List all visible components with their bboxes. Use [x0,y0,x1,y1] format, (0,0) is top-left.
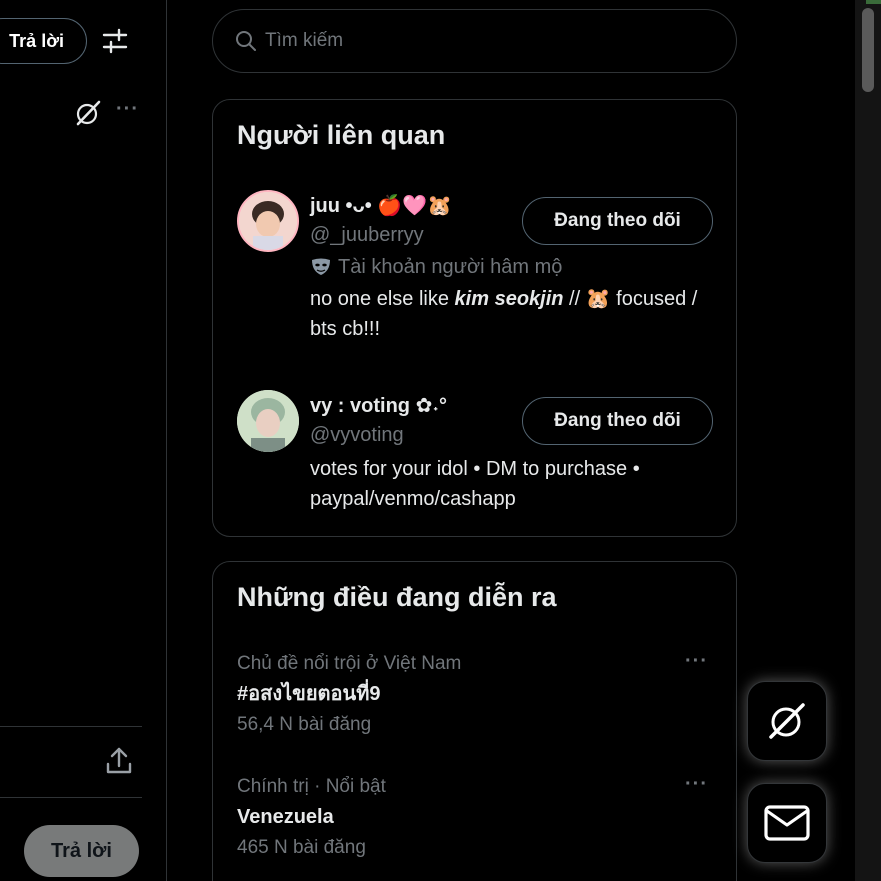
share-icon[interactable] [104,746,134,776]
avatar[interactable] [237,390,299,452]
card-title: Những điều đang diễn ra [237,582,557,612]
bio-emphasis: kim seokjin [454,288,564,310]
following-button[interactable]: Đang theo dõi [522,197,713,245]
trend-count: 465 N bài đăng [237,837,366,858]
grok-icon[interactable] [75,100,101,126]
user-cell[interactable]: juu •ᴗ• 🍎🩷🐹 @_juuberryy Tài khoản người … [237,190,717,360]
trends-card: Những điều đang diễn ra Chủ đề nổi trội … [212,561,737,881]
mask-icon [310,257,332,277]
related-people-card: Người liên quan juu •ᴗ• 🍎🩷🐹 @_juuberryy … [212,99,737,537]
search-bar[interactable] [212,9,737,73]
scrollbar-thumb[interactable] [862,8,874,92]
more-icon[interactable]: ··· [685,650,713,674]
avatar-image [237,390,299,452]
divider [0,726,142,727]
avatar-image [239,192,297,250]
trend-name: Venezuela [237,806,334,828]
search-input[interactable] [265,30,705,52]
reply-button[interactable]: Trả lời [0,18,87,64]
following-button[interactable]: Đang theo dõi [522,397,713,445]
user-bio: no one else like kim seokjin // 🐹 focuse… [310,288,698,340]
user-cell[interactable]: vy : voting ✿˖° @vyvoting votes for your… [237,390,717,520]
trend-item[interactable]: Chủ đề nổi trội ở Việt Nam #อสงไขยตอนที่… [237,650,717,744]
more-icon[interactable]: ··· [685,773,713,797]
grok-button[interactable] [747,681,827,761]
fan-account-text: Tài khoản người hâm mộ [338,255,563,278]
sliders-icon[interactable] [102,28,128,54]
conversation-column: Trả lời ··· Trả lời [0,0,167,881]
avatar[interactable] [237,190,299,252]
trend-count: 56,4 N bài đăng [237,714,372,735]
grok-icon [769,703,805,739]
scrollbar-track[interactable] [855,0,881,881]
window-edge [866,0,881,4]
trend-context: Chủ đề nổi trội ở Việt Nam [237,653,462,674]
reply-submit-button[interactable]: Trả lời [24,825,139,877]
user-bio: votes for your idol • DM to purchase • p… [310,458,640,510]
messages-button[interactable] [747,783,827,863]
mail-icon [764,805,810,841]
trend-name: #อสงไขยตอนที่9 [237,683,381,705]
card-title: Người liên quan [237,120,446,150]
divider [0,797,142,798]
fan-account-label: Tài khoản người hâm mộ [310,250,710,284]
more-icon[interactable]: ··· [116,98,140,124]
search-icon [236,31,256,51]
trend-item[interactable]: Chính trị · Nổi bật Venezuela 465 N bài … [237,773,717,867]
trend-context: Chính trị · Nổi bật [237,776,386,797]
